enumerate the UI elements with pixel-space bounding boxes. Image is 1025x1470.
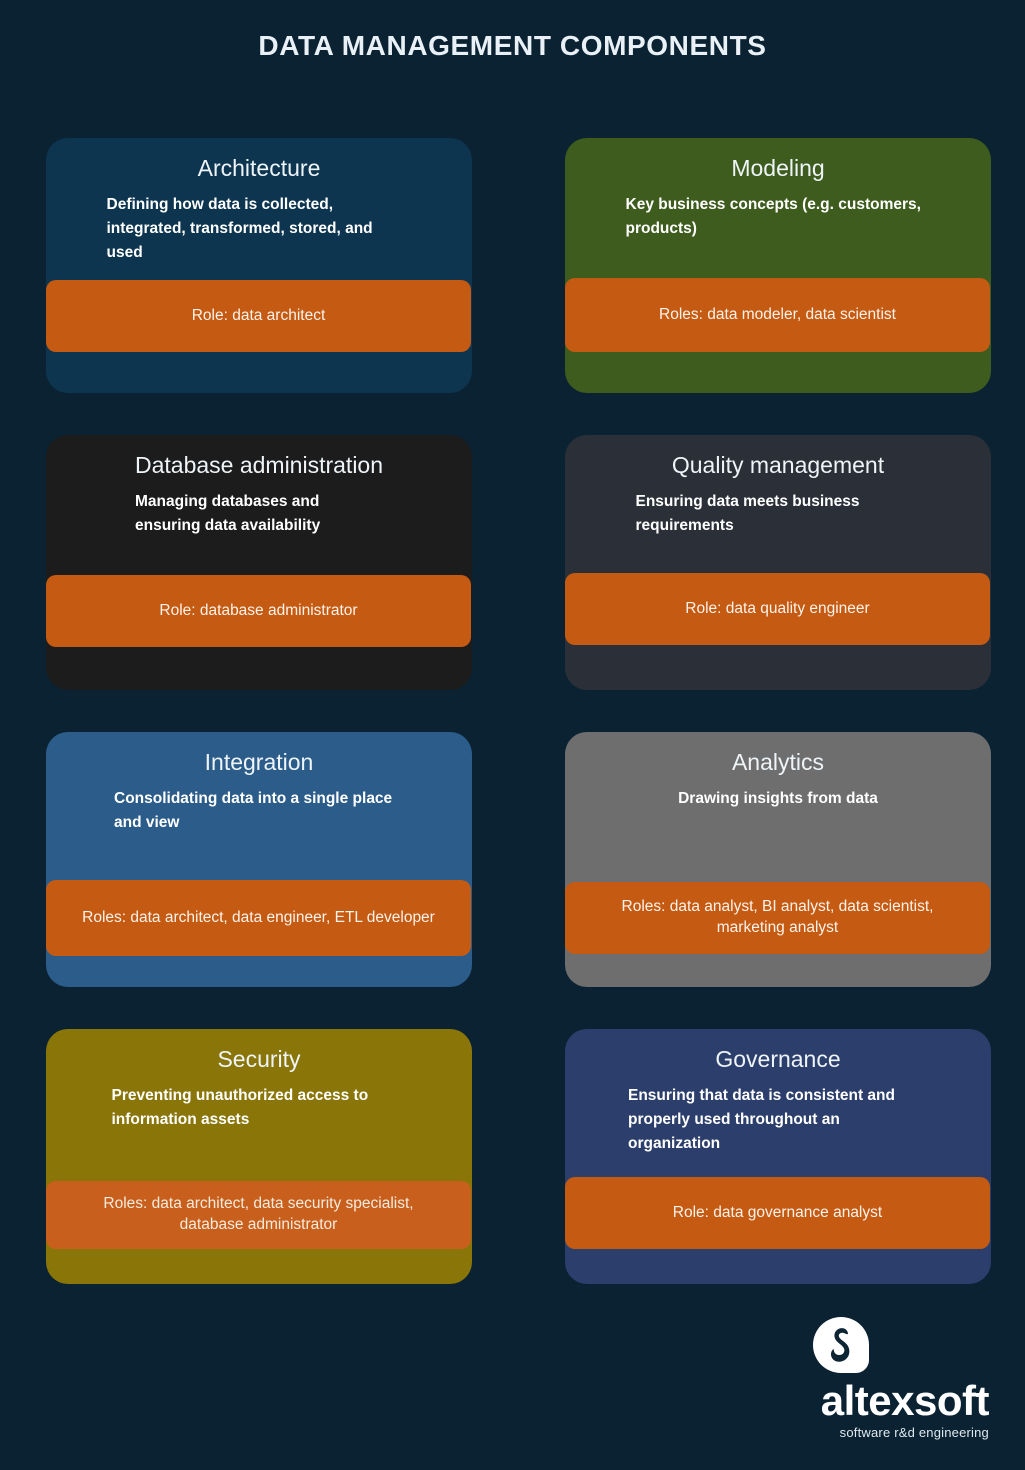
card-title: Security — [217, 1046, 301, 1072]
role-band: Roles: data architect, data security spe… — [46, 1181, 471, 1249]
role-band: Roles: data modeler, data scientist — [565, 278, 990, 352]
card-description-wrap: Ensuring that data is consistent and pro… — [587, 1084, 969, 1156]
role-text: Role: data architect — [191, 307, 326, 325]
role-band: Roles: data architect, data engineer, ET… — [46, 880, 471, 956]
card-title: Modeling — [731, 155, 825, 181]
infographic-page: DATA MANAGEMENT COMPONENTS Architecture … — [0, 0, 1025, 1470]
role-text: Roles: data analyst, BI analyst, data sc… — [621, 898, 934, 936]
card-description: Defining how data is collected, integrat… — [106, 195, 373, 261]
card-header: Security Preventing unauthorized access … — [46, 1029, 472, 1132]
role-band: Role: data quality engineer — [565, 573, 990, 645]
brand-name: altexsoft — [820, 1377, 990, 1424]
card-description-wrap: Ensuring data meets business requirement… — [587, 490, 969, 538]
card-title: Architecture — [197, 155, 321, 181]
card-integration: Integration Consolidating data into a si… — [46, 732, 472, 987]
card-description-wrap: Managing databases and ensuring data ava… — [68, 490, 450, 538]
brand-tagline: software r&d engineering — [839, 1425, 989, 1440]
card-governance: Governance Ensuring that data is consist… — [565, 1029, 991, 1284]
card-database-administration: Database administration Managing databas… — [46, 435, 472, 690]
card-title: Governance — [715, 1046, 841, 1072]
card-description: Ensuring data meets business requirement… — [635, 492, 860, 534]
card-description: Preventing unauthorized access to inform… — [111, 1086, 369, 1128]
card-header: Governance Ensuring that data is consist… — [565, 1029, 991, 1156]
card-header: Database administration Managing databas… — [46, 435, 472, 538]
card-title: Integration — [204, 749, 314, 775]
card-description-wrap: Consolidating data into a single place a… — [68, 787, 450, 835]
components-grid: Architecture Defining how data is collec… — [46, 138, 991, 1284]
card-description: Managing databases and ensuring data ava… — [135, 492, 321, 534]
card-description: Consolidating data into a single place a… — [114, 789, 393, 831]
card-architecture: Architecture Defining how data is collec… — [46, 138, 472, 393]
card-security: Security Preventing unauthorized access … — [46, 1029, 472, 1284]
card-header: Integration Consolidating data into a si… — [46, 732, 472, 835]
card-quality-management: Quality management Ensuring data meets b… — [565, 435, 991, 690]
card-description: Drawing insights from data — [678, 789, 878, 807]
card-header: Quality management Ensuring data meets b… — [565, 435, 991, 538]
card-description-wrap: Key business concepts (e.g. customers, p… — [587, 193, 969, 241]
role-text: Role: database administrator — [159, 602, 358, 620]
card-description: Key business concepts (e.g. customers, p… — [625, 195, 921, 237]
card-description-wrap: Drawing insights from data — [587, 787, 969, 811]
role-text: Roles: data architect, data security spe… — [103, 1195, 414, 1233]
brand-footer: altexsoft software r&d engineering — [811, 1316, 990, 1440]
altexsoft-logo-icon — [811, 1316, 871, 1376]
role-text: Role: data quality engineer — [685, 600, 870, 618]
card-analytics: Analytics Drawing insights from data Rol… — [565, 732, 991, 987]
card-description: Ensuring that data is consistent and pro… — [628, 1086, 895, 1152]
page-title: DATA MANAGEMENT COMPONENTS — [258, 30, 767, 61]
card-header: Analytics Drawing insights from data — [565, 732, 991, 811]
card-title: Analytics — [731, 749, 825, 775]
card-modeling: Modeling Key business concepts (e.g. cus… — [565, 138, 991, 393]
role-text: Role: data governance analyst — [672, 1203, 883, 1221]
card-header: Modeling Key business concepts (e.g. cus… — [565, 138, 991, 241]
role-band: Role: data governance analyst — [565, 1177, 990, 1249]
card-description-wrap: Defining how data is collected, integrat… — [68, 193, 450, 265]
role-band: Role: data architect — [46, 280, 471, 352]
role-text: Roles: data architect, data engineer, ET… — [82, 908, 435, 926]
role-band: Roles: data analyst, BI analyst, data sc… — [565, 882, 990, 954]
role-band: Role: database administrator — [46, 575, 471, 647]
card-description-wrap: Preventing unauthorized access to inform… — [68, 1084, 450, 1132]
card-title: Database administration — [134, 452, 384, 478]
role-text: Roles: data modeler, data scientist — [659, 306, 896, 324]
card-header: Architecture Defining how data is collec… — [46, 138, 472, 265]
card-title: Quality management — [671, 452, 885, 478]
